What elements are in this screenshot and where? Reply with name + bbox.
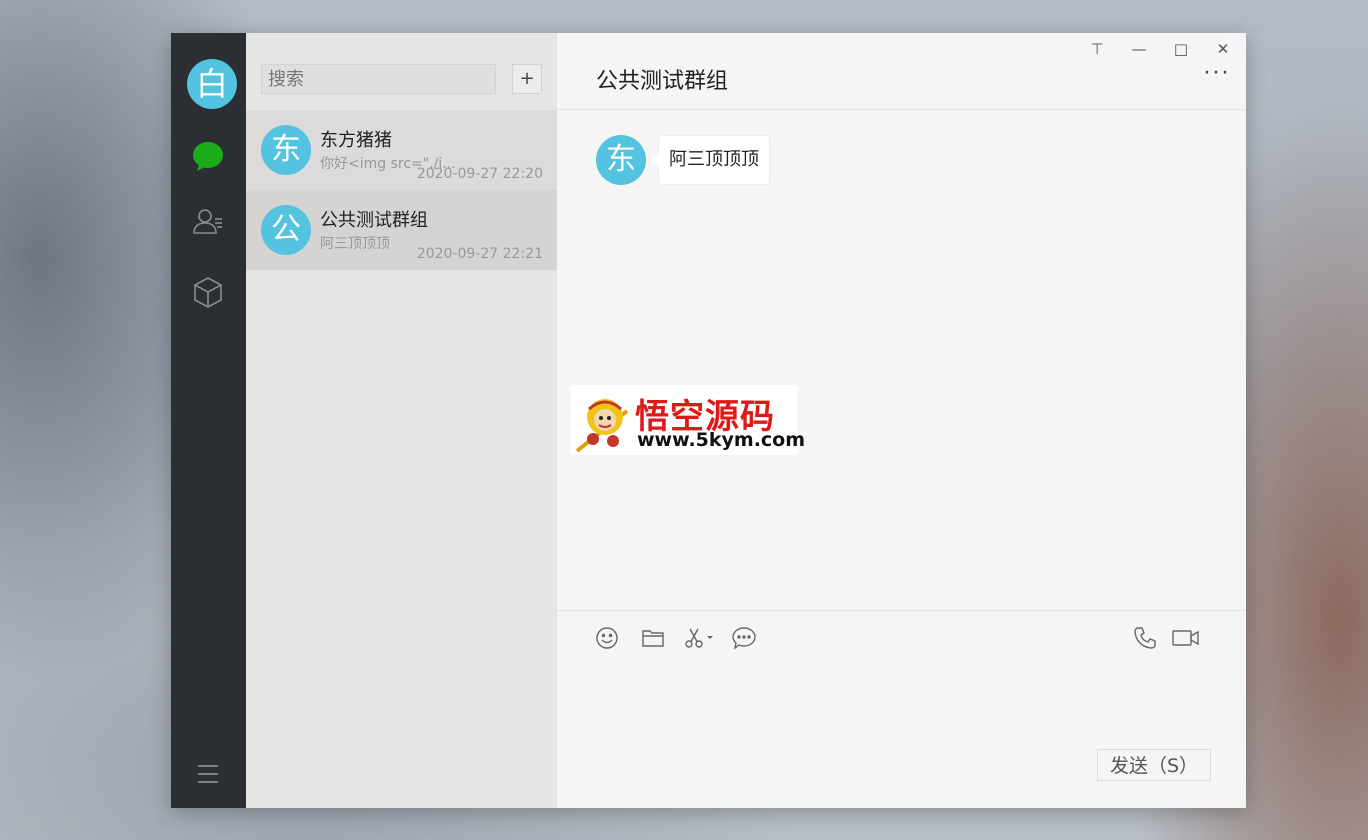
nav-sidebar: 白 — [171, 33, 246, 808]
input-divider — [557, 610, 1246, 611]
watermark-url: www.5kym.com — [637, 429, 806, 451]
video-icon[interactable] — [1171, 625, 1201, 651]
contacts-icon[interactable] — [191, 205, 225, 239]
minimize-icon[interactable]: — — [1126, 39, 1152, 59]
folder-icon[interactable] — [640, 625, 666, 651]
session-list-panel: + 东 东方猪猪 你好<img src="./i... 2020-09-27 2… — [246, 33, 557, 808]
session-item-public-group[interactable]: 公 公共测试群组 阿三顶顶顶 2020-09-27 22:21 — [246, 190, 557, 270]
chat-history-icon[interactable] — [731, 625, 757, 651]
phone-icon[interactable] — [1132, 625, 1158, 651]
header-divider — [557, 109, 1246, 110]
chat-title: 公共测试群组 — [596, 69, 729, 94]
avatar: 公 — [261, 205, 311, 255]
session-item-dongfang[interactable]: 东 东方猪猪 你好<img src="./i... 2020-09-27 22:… — [246, 110, 557, 190]
search-input[interactable] — [261, 64, 496, 94]
chat-bubble-icon[interactable] — [191, 139, 225, 173]
add-button[interactable]: + — [512, 64, 542, 94]
my-avatar[interactable]: 白 — [187, 59, 237, 109]
avatar: 东 — [261, 125, 311, 175]
close-icon[interactable]: ✕ — [1210, 39, 1236, 59]
maximize-icon[interactable]: □ — [1168, 39, 1194, 59]
session-name: 公共测试群组 — [320, 210, 428, 231]
monkey-logo-icon — [575, 389, 633, 453]
send-button[interactable]: 发送（S） — [1097, 749, 1211, 781]
message-avatar[interactable]: 东 — [596, 135, 646, 185]
session-time: 2020-09-27 22:20 — [416, 166, 543, 182]
more-options-button[interactable]: ··· — [1202, 63, 1232, 87]
emoji-icon[interactable] — [594, 625, 620, 651]
message-input-area[interactable] — [577, 665, 1227, 741]
cube-icon[interactable] — [191, 275, 225, 309]
hamburger-menu-icon[interactable] — [191, 757, 225, 791]
session-time: 2020-09-27 22:21 — [416, 246, 543, 262]
session-name: 东方猪猪 — [320, 130, 392, 151]
pin-icon[interactable]: ⊤ — [1084, 39, 1110, 59]
watermark: 悟空源码 www.5kym.com — [571, 385, 805, 455]
message-bubble: 阿三顶顶顶 — [652, 135, 770, 185]
scissors-icon[interactable] — [683, 625, 715, 651]
